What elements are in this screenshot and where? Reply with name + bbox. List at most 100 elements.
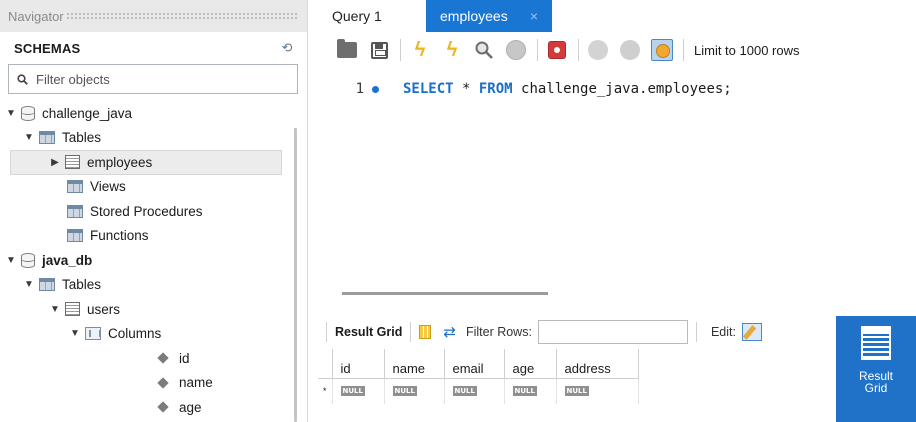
collapse-arrow-icon[interactable]: ▼ — [49, 303, 61, 315]
refresh-icon[interactable]: ⟲ — [279, 40, 295, 56]
tree-item-stored-procedures[interactable]: Stored Procedures — [0, 199, 290, 224]
autocommit-icon — [651, 39, 673, 61]
header-row: id name email age address — [318, 349, 639, 379]
table-icon — [65, 302, 80, 317]
keyword-from: FROM — [478, 81, 513, 97]
save-button[interactable] — [368, 39, 390, 61]
column-header-id[interactable]: id — [332, 349, 385, 379]
editor-splitter[interactable] — [342, 292, 548, 295]
table-icon — [65, 155, 80, 170]
editor-tabs: Query 1 employees × — [318, 0, 916, 32]
tables-icon — [36, 276, 55, 292]
autocommit-toggle[interactable] — [651, 39, 673, 61]
tree-item-java-db[interactable]: ▼ java_db — [0, 248, 290, 273]
row-header-corner — [318, 349, 333, 379]
tab-query-1[interactable]: Query 1 — [318, 0, 426, 32]
commit-button[interactable] — [587, 39, 609, 61]
filter-rows-label: Filter Rows: — [465, 325, 532, 339]
navigator-header: Navigator — [0, 0, 307, 32]
explain-button[interactable] — [473, 39, 495, 61]
tree-item-column-age[interactable]: age — [0, 395, 290, 420]
database-icon — [21, 105, 35, 121]
stop-on-error-icon — [548, 41, 566, 59]
column-header-address[interactable]: address — [556, 349, 639, 379]
database-icon — [21, 252, 35, 268]
null-badge: NULL — [340, 385, 365, 396]
schema-tree: ▼ challenge_java ▼ Tables ▶ employees Vi… — [0, 101, 290, 420]
collapse-arrow-icon[interactable]: ▼ — [5, 254, 17, 266]
edit-pencil-icon[interactable] — [741, 323, 762, 341]
tree-item-columns[interactable]: ▼ Columns — [0, 322, 290, 347]
collapse-arrow-icon[interactable]: ▼ — [5, 107, 17, 119]
tree-label: Views — [90, 179, 126, 195]
table-cell[interactable]: NULL — [444, 378, 505, 404]
grid-view-icon[interactable] — [419, 325, 432, 339]
tree-item-column-name[interactable]: name — [0, 371, 290, 396]
limit-rows-select[interactable]: Limit to 1000 rows — [694, 43, 800, 58]
null-badge: NULL — [392, 385, 417, 396]
execute-current-button[interactable]: ϟ — [441, 39, 463, 61]
code-line: 1 SELECT * FROM challenge_java.employees… — [318, 81, 732, 97]
tree-item-users[interactable]: ▼ users — [0, 297, 290, 322]
tree-item-challenge-java[interactable]: ▼ challenge_java — [0, 101, 290, 126]
tree-scrollbar[interactable] — [294, 128, 297, 422]
rollback-button[interactable] — [619, 39, 641, 61]
toggle-stop-on-error-button[interactable] — [546, 39, 568, 61]
null-badge: NULL — [452, 385, 477, 396]
filter-objects-field[interactable] — [8, 64, 298, 94]
collapse-arrow-icon[interactable]: ▼ — [23, 132, 35, 144]
sql-toolbar: ϟ ϟ Limit to 1000 rows — [318, 32, 916, 68]
column-icon — [157, 377, 169, 389]
filter-rows-input[interactable] — [537, 320, 688, 344]
toolbar-separator — [537, 39, 538, 61]
toolbar-separator — [410, 322, 412, 342]
tree-item-functions[interactable]: Functions — [0, 224, 290, 249]
filter-objects-input[interactable] — [36, 71, 297, 87]
result-grid-side-button[interactable]: Result Grid — [836, 316, 916, 422]
tree-item-views[interactable]: Views — [0, 175, 290, 200]
table-cell[interactable]: NULL — [332, 378, 385, 404]
sql-editor[interactable]: 1 SELECT * FROM challenge_java.employees… — [318, 68, 916, 292]
stop-button[interactable] — [505, 39, 527, 61]
close-icon[interactable]: × — [530, 8, 538, 24]
line-number: 1 — [355, 81, 364, 97]
lightning-cursor-icon: ϟ — [446, 39, 458, 61]
expand-arrow-icon[interactable]: ▶ — [49, 156, 61, 168]
lightning-icon: ϟ — [414, 39, 426, 61]
collapse-arrow-icon[interactable]: ▼ — [69, 328, 81, 340]
toolbar-separator — [400, 39, 401, 61]
table-row[interactable]: * NULL NULL NULL NULL NULL — [318, 378, 639, 404]
tab-label: employees — [440, 8, 508, 24]
code-star: * — [453, 81, 479, 97]
open-file-button[interactable] — [336, 39, 358, 61]
schemas-title: SCHEMAS — [14, 40, 81, 56]
tree-label: employees — [87, 154, 153, 170]
execute-button[interactable]: ϟ — [409, 39, 431, 61]
tree-item-column-id[interactable]: id — [0, 346, 290, 371]
tree-label: id — [179, 350, 190, 366]
table-cell[interactable]: NULL — [384, 378, 445, 404]
tab-employees[interactable]: employees × — [426, 0, 552, 32]
refresh-icon[interactable]: ⇄ — [443, 323, 456, 341]
null-badge: NULL — [564, 385, 589, 396]
table-cell[interactable]: NULL — [504, 378, 557, 404]
edit-label: Edit: — [710, 325, 736, 339]
table-cell[interactable]: NULL — [556, 378, 639, 404]
column-header-age[interactable]: age — [504, 349, 557, 379]
column-header-name[interactable]: name — [384, 349, 445, 379]
tree-label: Stored Procedures — [90, 203, 203, 219]
result-grid: id name email age address * NULL NULL NU… — [318, 349, 838, 422]
tables-icon — [36, 129, 55, 145]
tree-label: Tables — [62, 277, 102, 293]
null-badge: NULL — [512, 385, 537, 396]
tree-item-tables[interactable]: ▼ Tables — [0, 126, 290, 151]
tab-label: Query 1 — [332, 8, 382, 24]
navigator-title: Navigator — [8, 8, 64, 24]
column-icon — [157, 352, 169, 364]
tree-item-tables[interactable]: ▼ Tables — [0, 273, 290, 298]
panel-grip[interactable] — [65, 12, 299, 20]
tree-label: Tables — [62, 130, 102, 146]
column-header-email[interactable]: email — [444, 349, 505, 379]
collapse-arrow-icon[interactable]: ▼ — [23, 279, 35, 291]
tree-item-employees[interactable]: ▶ employees — [10, 150, 282, 175]
